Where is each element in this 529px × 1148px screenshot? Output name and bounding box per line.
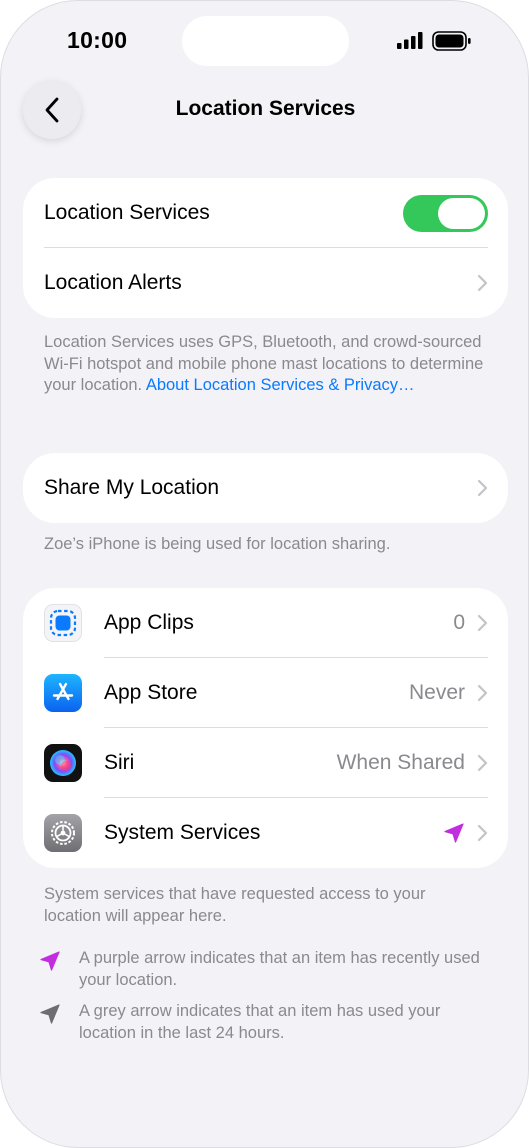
siri-row[interactable]: Siri When Shared [23, 728, 508, 798]
chevron-right-icon [477, 684, 488, 702]
system-services-footnote: System services that have requested acce… [44, 885, 426, 925]
dynamic-island [182, 16, 349, 66]
app-clips-value: 0 [453, 611, 465, 634]
phone-screen: 10:00 Location Services Location Service… [0, 0, 529, 1148]
system-services-label: System Services [104, 821, 261, 844]
app-store-row[interactable]: App Store Never [23, 658, 508, 728]
share-my-location-label: Share My Location [44, 476, 220, 499]
siri-icon [44, 744, 82, 782]
chevron-right-icon [477, 754, 488, 772]
purple-location-arrow-icon [40, 951, 60, 971]
purple-arrow-legend-text: A purple arrow indicates that an item ha… [79, 949, 480, 989]
app-clips-label: App Clips [104, 611, 194, 634]
app-store-value: Never [408, 681, 465, 704]
toggle-knob [438, 197, 485, 229]
location-main-group: Location Services Location Alerts [23, 178, 508, 318]
chevron-right-icon [477, 479, 488, 497]
system-services-row[interactable]: System Services [23, 798, 508, 868]
location-services-row: Location Services [23, 178, 508, 248]
app-store-label: App Store [104, 681, 198, 704]
app-clips-icon [44, 604, 82, 642]
location-alerts-label: Location Alerts [44, 271, 182, 294]
location-services-toggle[interactable] [403, 194, 488, 232]
status-time: 10:00 [67, 27, 128, 53]
purple-arrow-legend: A purple arrow indicates that an item ha… [39, 948, 489, 991]
purple-location-arrow-icon [444, 823, 464, 843]
chevron-right-icon [477, 274, 488, 292]
siri-label: Siri [104, 751, 135, 774]
share-my-location-row[interactable]: Share My Location [23, 453, 508, 523]
about-privacy-link[interactable]: About Location Services & Privacy… [146, 376, 415, 394]
siri-value: When Shared [336, 751, 465, 774]
location-alerts-row[interactable]: Location Alerts [23, 248, 508, 318]
share-location-group: Share My Location [23, 453, 508, 523]
battery-icon [432, 31, 471, 51]
grey-arrow-legend-text: A grey arrow indicates that an item has … [79, 1002, 441, 1042]
app-clips-row[interactable]: App Clips 0 [23, 588, 508, 658]
share-location-footnote: Zoe’s iPhone is being used for location … [44, 535, 391, 553]
grey-location-arrow-icon [40, 1004, 60, 1024]
chevron-right-icon [477, 614, 488, 632]
grey-arrow-legend: A grey arrow indicates that an item has … [39, 1001, 489, 1044]
chevron-right-icon [477, 824, 488, 842]
app-store-icon [44, 674, 82, 712]
page-title: Location Services [175, 97, 356, 120]
location-services-footnote: Location Services uses GPS, Bluetooth, a… [44, 332, 484, 397]
signal-bars-icon [397, 32, 423, 49]
apps-group: App Clips 0 App Store Never Siri When Sh… [23, 588, 508, 868]
location-services-label: Location Services [44, 201, 210, 224]
settings-gear-icon [44, 814, 82, 852]
